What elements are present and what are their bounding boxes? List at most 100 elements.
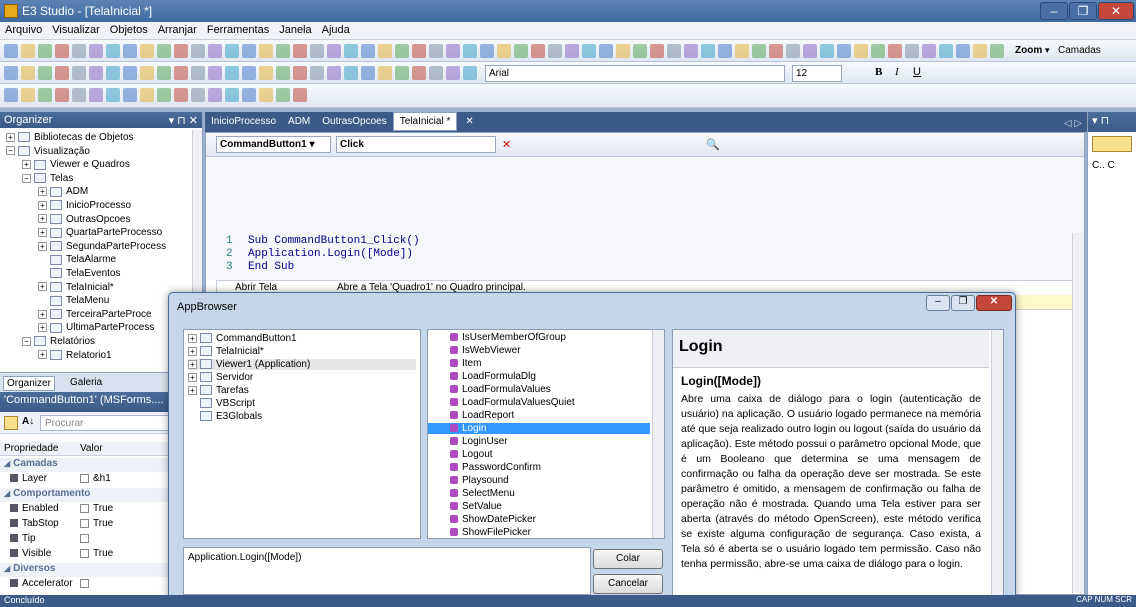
- toolbar-tool-icon[interactable]: [259, 44, 273, 58]
- expand-icon[interactable]: +: [188, 333, 197, 343]
- toolbar-tool-icon[interactable]: [718, 44, 732, 58]
- toolbar-tool-icon[interactable]: [276, 44, 290, 58]
- method-item[interactable]: LoadReport: [428, 410, 650, 421]
- toolbar-tool-icon[interactable]: [752, 44, 766, 58]
- method-item[interactable]: PasswordConfirm: [428, 462, 650, 473]
- object-tree-item[interactable]: + Tarefas: [188, 385, 416, 396]
- tree-item[interactable]: TelaEventos: [38, 268, 120, 279]
- toolbar-tool-icon[interactable]: [276, 66, 290, 80]
- tree-item[interactable]: + OutrasOpcoes: [38, 214, 130, 225]
- expand-icon[interactable]: +: [188, 372, 197, 382]
- toolbar-tool-icon[interactable]: [174, 88, 188, 102]
- property-value[interactable]: [80, 533, 93, 544]
- tree-item[interactable]: + InicioProcesso: [38, 200, 131, 211]
- checkbox-icon[interactable]: [80, 503, 89, 513]
- method-item[interactable]: Item: [428, 358, 650, 369]
- toolbar-tool-icon[interactable]: [225, 66, 239, 80]
- tree-item[interactable]: + TerceiraParteProce: [38, 309, 152, 320]
- expand-icon[interactable]: +: [38, 200, 47, 210]
- method-list-scrollbar[interactable]: [652, 330, 664, 538]
- toolbar-tool-icon[interactable]: [803, 44, 817, 58]
- toolbar-tool-icon[interactable]: [106, 44, 120, 58]
- toolbar-tool-icon[interactable]: [276, 88, 290, 102]
- toolbar-tool-icon[interactable]: [769, 44, 783, 58]
- expand-icon[interactable]: +: [38, 228, 47, 238]
- property-value[interactable]: True: [80, 548, 113, 559]
- toolbar-tool-icon[interactable]: [259, 88, 273, 102]
- toolbar-tool-icon[interactable]: [191, 66, 205, 80]
- dialog-close-button[interactable]: ✕: [976, 295, 1012, 311]
- tree-item[interactable]: TelaMenu: [38, 295, 109, 306]
- toolbar-tool-icon[interactable]: [191, 88, 205, 102]
- checkbox-icon[interactable]: [80, 548, 89, 558]
- tree-item[interactable]: + SegundaParteProcess: [38, 241, 166, 252]
- menu-arranjar[interactable]: Arranjar: [153, 22, 202, 38]
- toolbar-tool-icon[interactable]: [939, 44, 953, 58]
- toolbar-tool-icon[interactable]: [412, 44, 426, 58]
- toolbar-tool-icon[interactable]: [38, 66, 52, 80]
- toolbar-tool-icon[interactable]: [582, 44, 596, 58]
- toolbar-tool-icon[interactable]: [140, 66, 154, 80]
- right-panel-tool-icon[interactable]: [1092, 136, 1132, 152]
- toolbar-tool-icon[interactable]: [4, 66, 18, 80]
- toolbar-tool-icon[interactable]: [327, 66, 341, 80]
- toolbar-tool-icon[interactable]: [123, 66, 137, 80]
- menu-objetos[interactable]: Objetos: [105, 22, 153, 38]
- method-item[interactable]: ShowDatePicker: [428, 514, 650, 525]
- object-tree-item[interactable]: + Viewer1 (Application): [188, 359, 416, 370]
- expand-icon[interactable]: +: [22, 160, 31, 170]
- editor-scrollbar[interactable]: [1072, 233, 1084, 593]
- toolbar-tool-icon[interactable]: [106, 88, 120, 102]
- menu-ferramentas[interactable]: Ferramentas: [202, 22, 274, 38]
- toolbar-tool-icon[interactable]: [616, 44, 630, 58]
- alphabetical-icon[interactable]: A↓: [22, 416, 34, 427]
- close-button[interactable]: ✕: [1098, 2, 1134, 20]
- toolbar-tool-icon[interactable]: [242, 44, 256, 58]
- toolbar-tool-icon[interactable]: [378, 44, 392, 58]
- delete-icon[interactable]: ✕: [502, 138, 511, 151]
- object-tree-item[interactable]: + Servidor: [188, 372, 416, 383]
- toolbar-tool-icon[interactable]: [38, 44, 52, 58]
- zoom-button[interactable]: Zoom: [1015, 45, 1042, 56]
- toolbar-tool-icon[interactable]: [463, 66, 477, 80]
- toolbar-tool-icon[interactable]: [72, 66, 86, 80]
- toolbar-tool-icon[interactable]: [242, 66, 256, 80]
- tab-scroll-icon[interactable]: ◁ ▷: [1058, 115, 1088, 132]
- menu-janela[interactable]: Janela: [274, 22, 316, 38]
- toolbar-tool-icon[interactable]: [310, 66, 324, 80]
- tree-item[interactable]: + Bibliotecas de Objetos: [6, 132, 134, 143]
- expand-icon[interactable]: +: [38, 282, 47, 292]
- toolbar-tool-icon[interactable]: [633, 44, 647, 58]
- toolbar-tool-icon[interactable]: [123, 44, 137, 58]
- toolbar-tool-icon[interactable]: [310, 44, 324, 58]
- toolbar-tool-icon[interactable]: [344, 44, 358, 58]
- toolbar-tool-icon[interactable]: [701, 44, 715, 58]
- bold-icon[interactable]: B: [875, 66, 882, 78]
- toolbar-tool-icon[interactable]: [157, 88, 171, 102]
- toolbar-tool-icon[interactable]: [21, 66, 35, 80]
- method-item[interactable]: SetValue: [428, 501, 650, 512]
- expand-icon[interactable]: +: [188, 359, 197, 369]
- toolbar-tool-icon[interactable]: [667, 44, 681, 58]
- toolbar-tool-icon[interactable]: [548, 44, 562, 58]
- tab-telainicial[interactable]: TelaInicial *: [392, 112, 458, 131]
- toolbar-tool-icon[interactable]: [191, 44, 205, 58]
- toolbar-tool-icon[interactable]: [174, 44, 188, 58]
- property-value[interactable]: [80, 578, 93, 589]
- find-icon[interactable]: 🔍: [706, 138, 720, 151]
- method-item[interactable]: Playsound: [428, 475, 650, 486]
- checkbox-icon[interactable]: [80, 473, 89, 483]
- toolbar-tool-icon[interactable]: [21, 88, 35, 102]
- help-scrollbar[interactable]: [991, 330, 1003, 598]
- checkbox-icon[interactable]: [80, 518, 89, 528]
- dialog-minimize-button[interactable]: –: [926, 295, 950, 311]
- cancelar-button[interactable]: Cancelar: [593, 574, 663, 594]
- toolbar-tool-icon[interactable]: [225, 44, 239, 58]
- event-select[interactable]: Click: [336, 136, 496, 153]
- method-item[interactable]: LoadFormulaValues: [428, 384, 650, 395]
- expand-icon[interactable]: −: [22, 173, 31, 183]
- toolbar-tool-icon[interactable]: [106, 66, 120, 80]
- toolbar-tool-icon[interactable]: [174, 66, 188, 80]
- expand-icon[interactable]: +: [6, 132, 15, 142]
- menu-visualizar[interactable]: Visualizar: [47, 22, 105, 38]
